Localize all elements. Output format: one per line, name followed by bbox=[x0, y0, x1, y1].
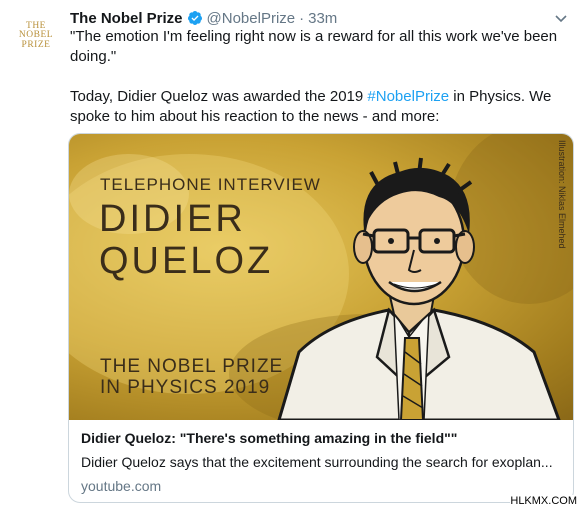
card-domain: youtube.com bbox=[81, 478, 162, 494]
watermark: HLKMX.COM bbox=[510, 495, 577, 507]
card-description: Didier Queloz says that the excitement s… bbox=[81, 454, 553, 470]
verified-badge-icon bbox=[187, 11, 202, 25]
image-prize-line-1: THE NOBEL PRIZE bbox=[100, 356, 284, 377]
link-card[interactable]: TELEPHONE INTERVIEW DIDIER QUELOZ THE NO… bbox=[68, 133, 574, 503]
timestamp[interactable]: 33m bbox=[308, 10, 337, 27]
hashtag-link[interactable]: #NobelPrize bbox=[367, 88, 449, 105]
tweet-text: "The emotion I'm feeling right now is a … bbox=[70, 27, 575, 127]
tweet-header: The Nobel Prize @NobelPrize · 33m bbox=[70, 8, 573, 28]
portrait-illustration bbox=[277, 157, 561, 420]
avatar[interactable]: THE NOBEL PRIZE bbox=[12, 12, 60, 60]
card-body[interactable]: Didier Queloz: "There's something amazin… bbox=[69, 420, 573, 502]
image-prize-line-2: IN PHYSICS 2019 bbox=[100, 377, 271, 398]
image-prize: THE NOBEL PRIZE IN PHYSICS 2019 bbox=[100, 356, 283, 398]
image-name-line-1: DIDIER bbox=[99, 198, 246, 240]
image-name: DIDIER QUELOZ bbox=[99, 198, 273, 282]
tweet-quote: "The emotion I'm feeling right now is a … bbox=[70, 28, 558, 65]
handle[interactable]: @NobelPrize bbox=[207, 10, 296, 27]
avatar-line-3: PRIZE bbox=[21, 39, 51, 50]
card-image[interactable]: TELEPHONE INTERVIEW DIDIER QUELOZ THE NO… bbox=[69, 134, 573, 420]
separator-dot: · bbox=[299, 9, 305, 27]
image-name-line-2: QUELOZ bbox=[99, 240, 274, 282]
image-credit: Illustration: Niklas Elmehed bbox=[557, 140, 567, 249]
chevron-down-icon[interactable] bbox=[553, 10, 569, 26]
tweet: THE NOBEL PRIZE The Nobel Prize @NobelPr… bbox=[0, 0, 583, 509]
tweet-body-start: Today, Didier Queloz was awarded the 201… bbox=[70, 88, 368, 105]
display-name[interactable]: The Nobel Prize bbox=[70, 10, 183, 27]
card-title[interactable]: Didier Queloz: "There's something amazin… bbox=[81, 430, 561, 446]
tweet-body: Today, Didier Queloz was awarded the 201… bbox=[70, 87, 575, 127]
